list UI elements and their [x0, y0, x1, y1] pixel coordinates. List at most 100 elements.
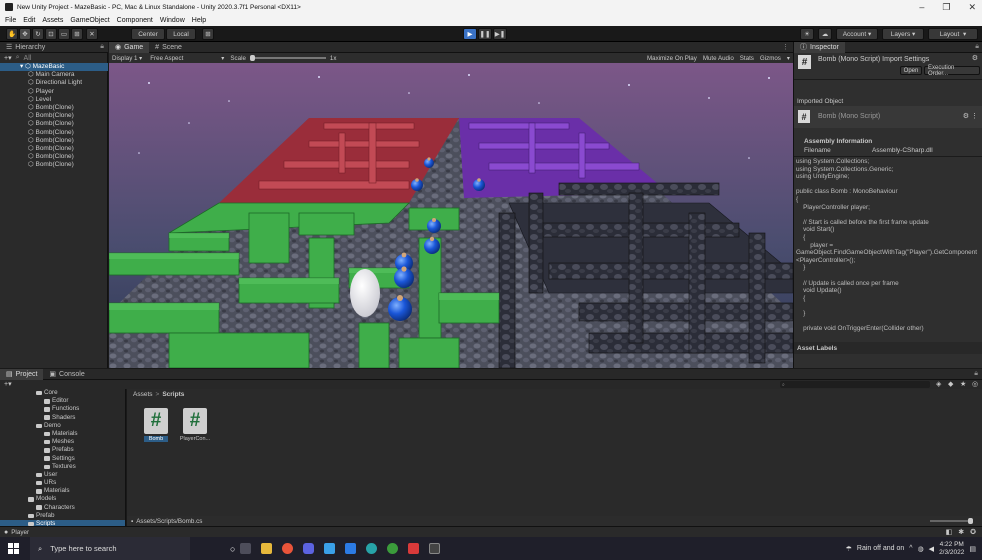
app-icon[interactable] [345, 543, 357, 554]
filter-label-icon[interactable]: ◆ [948, 380, 953, 388]
rect-tool-icon[interactable]: ▭ [58, 28, 70, 40]
script-file-bomb[interactable]: # [144, 408, 168, 434]
tab-inspector[interactable]: ⓘ Inspector [794, 41, 845, 53]
transform-tool-icon[interactable]: ⊞ [71, 28, 83, 40]
pivot-center-button[interactable]: Center [131, 28, 165, 40]
icon-size-handle[interactable] [968, 518, 973, 524]
project-folder-item[interactable]: Editor [0, 397, 125, 405]
project-lock-icon[interactable]: 🔒︎ [974, 370, 978, 378]
inspector-lock-icon[interactable]: 🔒︎ [975, 43, 979, 51]
close-icon[interactable]: ✕ [968, 0, 976, 14]
project-folder-item[interactable]: Settings [0, 455, 125, 463]
tab-project[interactable]: ▤ Project [0, 368, 44, 380]
layers-dropdown[interactable]: Layers ▾ [882, 28, 924, 40]
menu-file[interactable]: File [5, 17, 16, 24]
project-folder-item[interactable]: Functions [0, 405, 125, 413]
script-file-playercontroller[interactable]: # [183, 408, 207, 434]
project-folder-item[interactable]: URs [0, 479, 125, 487]
project-folder-item[interactable]: Materials [0, 487, 125, 495]
execution-order-button[interactable]: Execution Order... [924, 65, 980, 77]
game-viewport[interactable] [109, 63, 793, 368]
favorite-icon[interactable]: ★ [960, 380, 966, 388]
hierarchy-search-input[interactable]: All [24, 55, 32, 62]
project-folder-item[interactable]: Demo [0, 422, 125, 430]
project-folder-item[interactable]: Meshes [0, 438, 125, 446]
settings-icon[interactable]: ⚙ [972, 54, 978, 62]
project-folder-item[interactable]: Characters [0, 504, 125, 512]
hierarchy-item[interactable]: ⬡ Bomb(Clone) [0, 129, 108, 137]
icon-size-slider[interactable] [930, 518, 973, 524]
menu-gameobject[interactable]: GameObject [70, 17, 109, 24]
notification-icon[interactable]: ▤ [969, 545, 976, 553]
task-view-icon[interactable] [240, 543, 252, 554]
step-button[interactable]: ▶❚ [493, 28, 507, 40]
hierarchy-item[interactable]: ⬡ Bomb(Clone) [0, 137, 108, 145]
lock-icon[interactable]: 🔒︎ [100, 43, 104, 51]
menu-component[interactable]: Component [117, 17, 153, 24]
pause-button[interactable]: ❚❚ [478, 28, 492, 40]
display-dropdown[interactable]: Display 1 ▾ [112, 55, 142, 62]
project-folder-item[interactable]: Models [0, 495, 125, 503]
project-folder-item[interactable]: Core [0, 389, 125, 397]
stats-toggle[interactable]: Stats [740, 55, 754, 62]
project-folder-item[interactable]: Materials [0, 430, 125, 438]
collab-icon[interactable]: ☀ [800, 28, 814, 40]
move-tool-icon[interactable]: ✥ [19, 28, 31, 40]
tab-hierarchy[interactable]: ☰ Hierarchy [0, 42, 51, 53]
breadcrumb-scripts[interactable]: Scripts [162, 391, 184, 398]
hierarchy-item[interactable]: ⬡ Bomb(Clone) [0, 145, 108, 153]
imported-settings-icon[interactable]: ⚙ ⋮ [963, 112, 978, 120]
panel-menu-icon[interactable]: ⋮ [782, 43, 789, 51]
play-button[interactable]: ▶ [463, 28, 477, 40]
gizmos-dropdown[interactable]: Gizmos [760, 55, 781, 62]
xbox-icon[interactable] [387, 543, 399, 554]
project-folder-item[interactable]: Prefab [0, 512, 125, 520]
volume-icon[interactable]: ◀︎ [929, 545, 934, 553]
taskbar-search-input[interactable]: ⌕ Type here to search [30, 537, 190, 560]
project-folder-item[interactable]: Textures [0, 463, 125, 471]
chrome-icon[interactable] [282, 543, 294, 554]
visual-studio-icon[interactable] [324, 543, 336, 554]
filter-type-icon[interactable]: ◈ [936, 380, 941, 388]
maximize-on-play-toggle[interactable]: Maximize On Play [647, 55, 697, 62]
project-search-input[interactable]: ⌕ [780, 381, 930, 388]
bug-icon[interactable]: ✪ [970, 528, 976, 536]
cloud-icon[interactable]: ☁ [818, 28, 832, 40]
file-explorer-icon[interactable] [261, 543, 273, 554]
tab-console[interactable]: ▣ Console [43, 369, 90, 380]
hand-tool-icon[interactable]: ✋ [6, 28, 18, 40]
hierarchy-item[interactable]: ⬡ Player [0, 88, 108, 96]
menu-assets[interactable]: Assets [42, 17, 63, 24]
windows-start-icon[interactable] [8, 543, 19, 554]
add-object-button[interactable]: +▾ [4, 54, 12, 62]
hierarchy-item[interactable]: ⬡ Level [0, 96, 108, 104]
network-icon[interactable]: ◍ [918, 545, 924, 553]
scale-slider-handle[interactable] [249, 55, 255, 61]
media-app-icon[interactable] [408, 543, 420, 554]
debug-icon[interactable]: ✱ [958, 528, 964, 536]
cortana-icon[interactable]: ○ [230, 544, 235, 554]
hierarchy-item[interactable]: ⬡ Bomb(Clone) [0, 120, 108, 128]
weather-text[interactable]: Rain off and on [857, 545, 904, 552]
mute-audio-toggle[interactable]: Mute Audio [703, 55, 734, 62]
create-asset-button[interactable]: +▾ [4, 380, 12, 388]
menu-window[interactable]: Window [160, 17, 185, 24]
hierarchy-item[interactable]: ▾ ⬡ MazeBasic [0, 63, 108, 72]
hierarchy-item[interactable]: ⬡ Directional Light [0, 79, 108, 87]
aspect-chevron-icon[interactable]: ▾ [221, 55, 224, 62]
account-dropdown[interactable]: Account ▾ [836, 28, 878, 40]
maximize-icon[interactable]: ❐ [942, 0, 950, 14]
unity-taskbar-icon[interactable] [429, 543, 441, 554]
hidden-packages-icon[interactable]: ◎ [972, 380, 978, 388]
aspect-dropdown[interactable]: Free Aspect [150, 55, 183, 62]
menu-edit[interactable]: Edit [23, 17, 35, 24]
hierarchy-item[interactable]: ⬡ Bomb(Clone) [0, 161, 108, 169]
edge-icon[interactable] [366, 543, 378, 554]
tray-chevron-icon[interactable]: ^ [909, 545, 912, 552]
minimize-icon[interactable]: – [919, 0, 924, 14]
project-folder-item[interactable]: User [0, 471, 125, 479]
discord-icon[interactable] [303, 543, 315, 554]
gizmos-chevron-icon[interactable]: ▾ [787, 55, 790, 62]
tab-scene[interactable]: # Scene [149, 42, 188, 53]
tab-game[interactable]: ◉ Game [109, 41, 150, 53]
